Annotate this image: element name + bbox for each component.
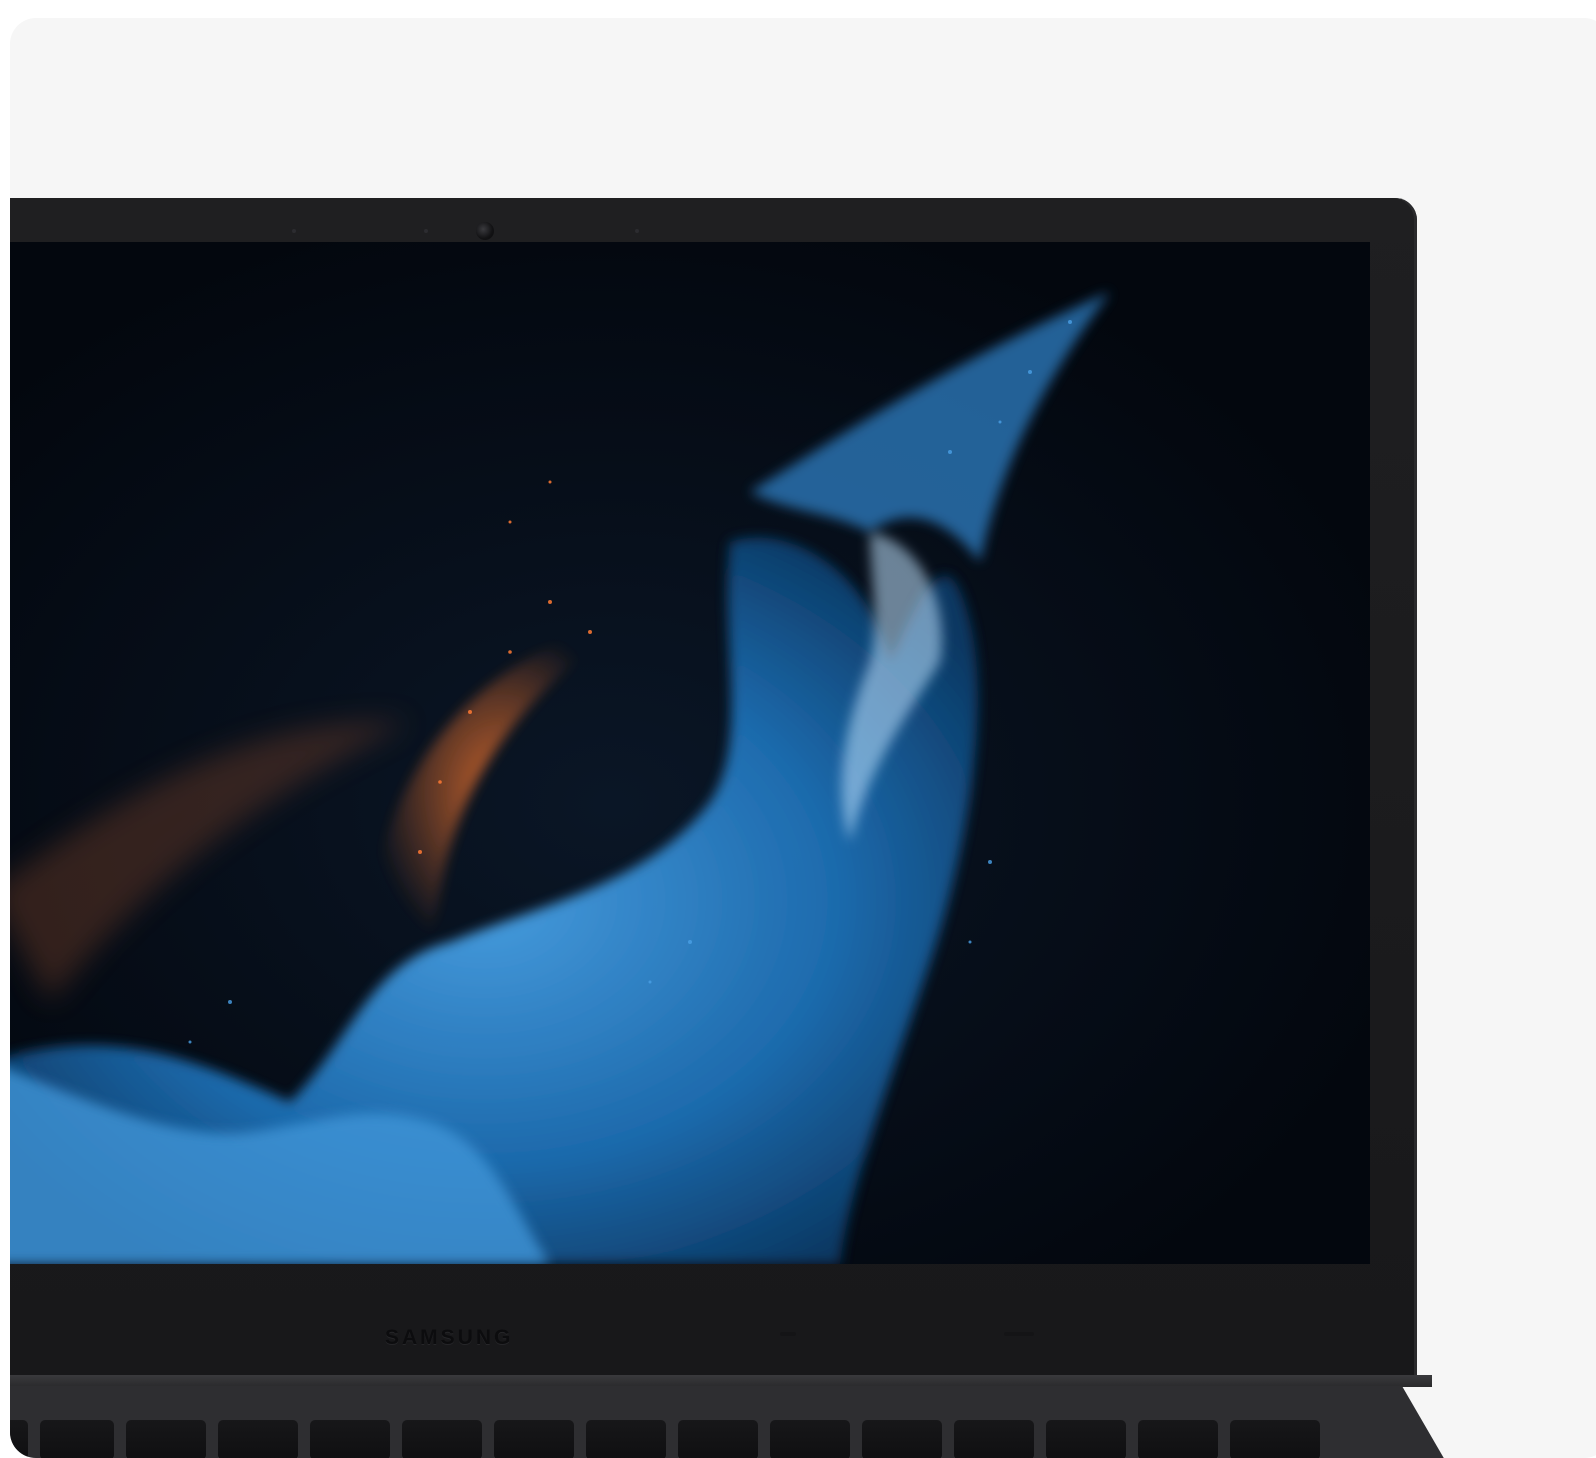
keyboard-key bbox=[126, 1420, 206, 1458]
microphone-dot bbox=[635, 229, 639, 233]
keyboard-key bbox=[218, 1420, 298, 1458]
keyboard-key bbox=[862, 1420, 942, 1458]
keyboard-key bbox=[402, 1420, 482, 1458]
laptop-hinge bbox=[10, 1375, 1432, 1387]
keyboard-key bbox=[310, 1420, 390, 1458]
status-indicator bbox=[780, 1332, 796, 1336]
status-indicator bbox=[1004, 1332, 1034, 1336]
laptop-lid: SAMSUNG bbox=[10, 198, 1417, 1378]
keyboard-key bbox=[10, 1420, 28, 1458]
keyboard-key bbox=[40, 1420, 114, 1458]
keyboard-key bbox=[1138, 1420, 1218, 1458]
keyboard-key bbox=[1230, 1420, 1320, 1458]
webcam-icon bbox=[476, 222, 494, 240]
keyboard-key bbox=[494, 1420, 574, 1458]
laptop-photo: SAMSUNG bbox=[10, 198, 1460, 1458]
laptop-screen bbox=[10, 242, 1370, 1264]
keyboard-key bbox=[1046, 1420, 1126, 1458]
keyboard-key bbox=[678, 1420, 758, 1458]
keyboard-row bbox=[10, 1420, 1380, 1458]
product-image-card: SAMSUNG bbox=[10, 18, 1596, 1458]
keyboard-key bbox=[586, 1420, 666, 1458]
microphone-dot bbox=[292, 229, 296, 233]
microphone-dot bbox=[424, 229, 428, 233]
keyboard-key bbox=[954, 1420, 1034, 1458]
brand-logo: SAMSUNG bbox=[385, 1326, 514, 1349]
keyboard-key bbox=[770, 1420, 850, 1458]
wallpaper-artwork bbox=[10, 242, 1370, 1264]
